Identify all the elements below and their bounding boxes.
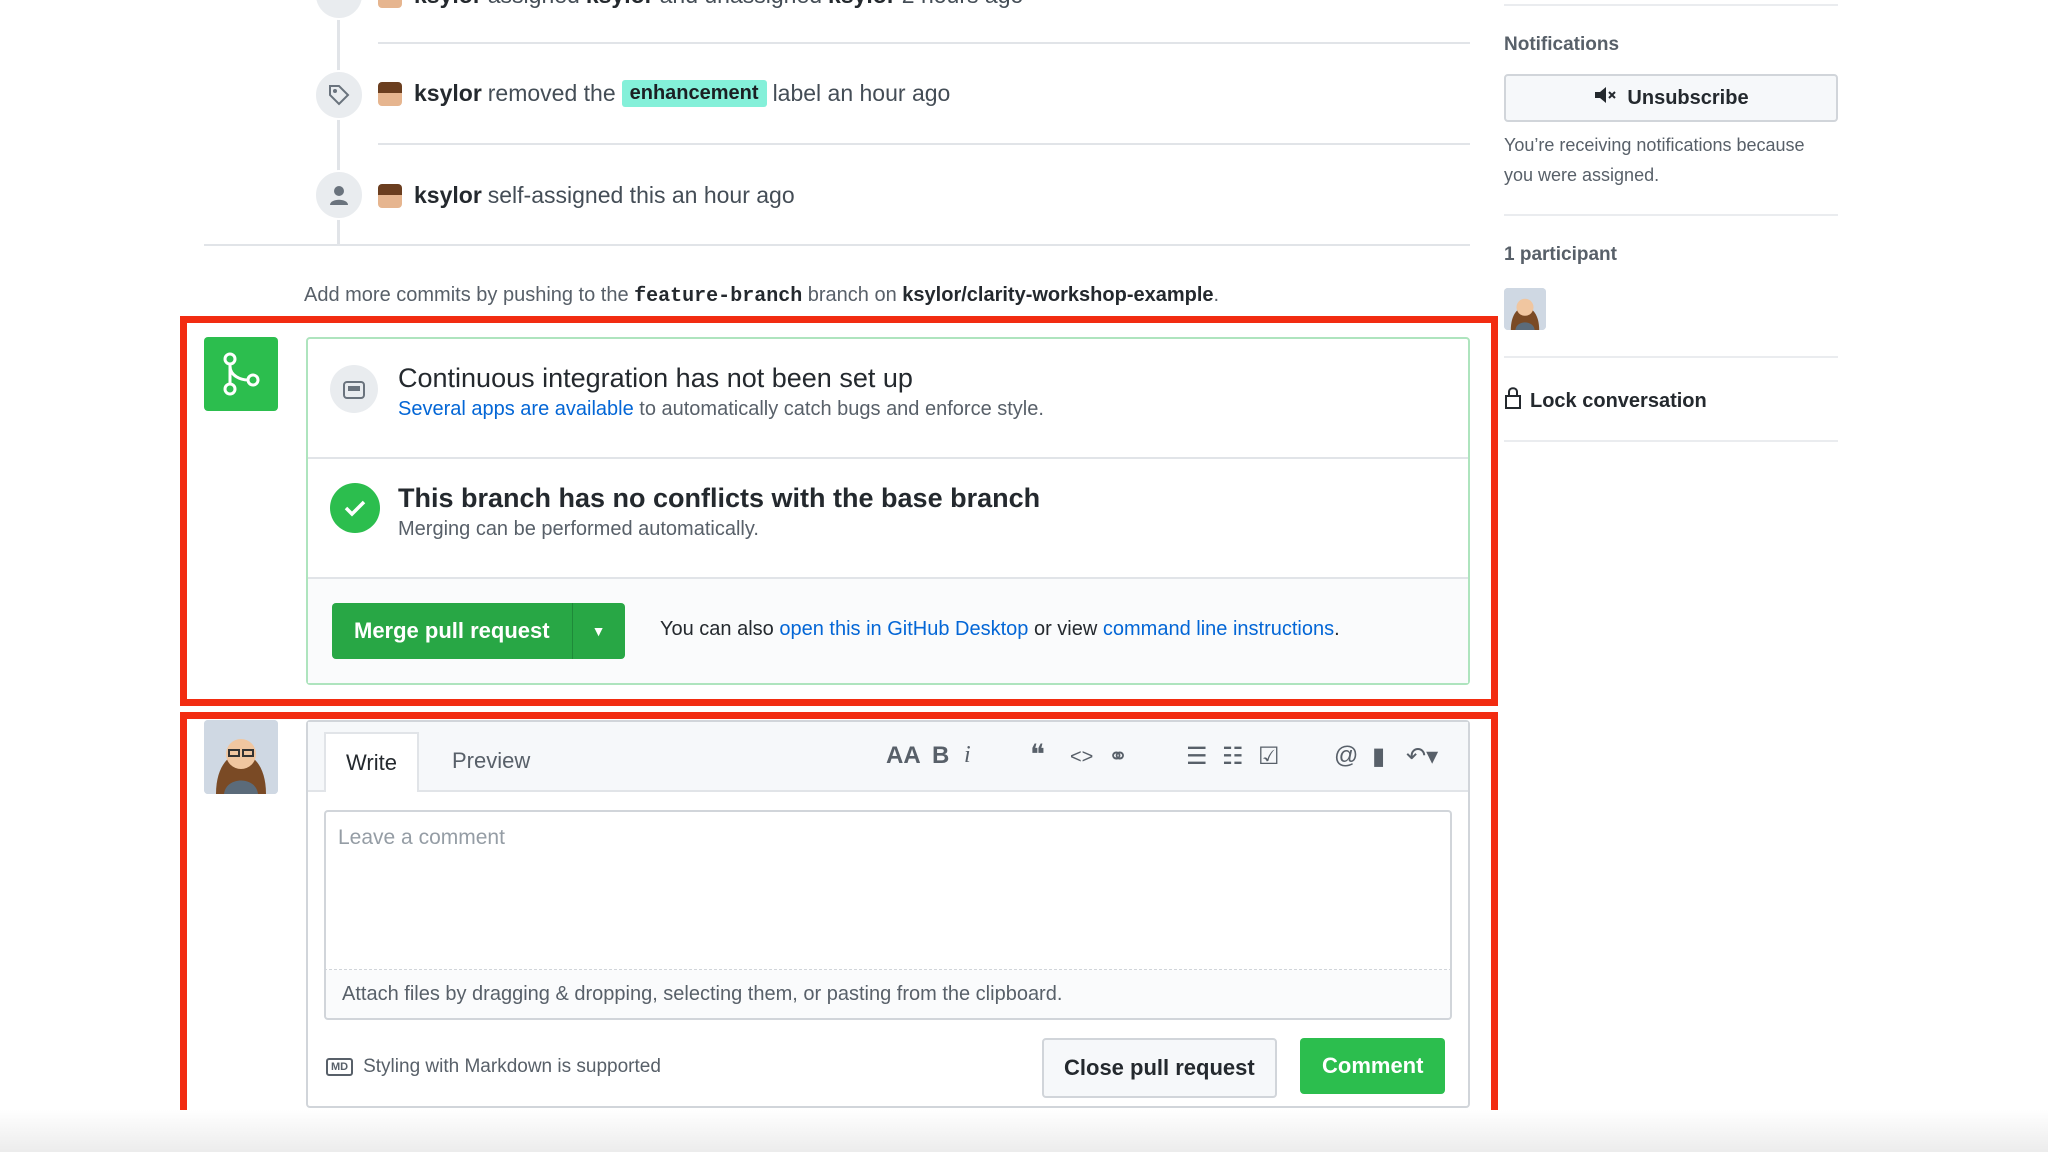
lock-icon xyxy=(1504,386,1522,416)
participants-title: 1 participant xyxy=(1504,244,1617,265)
event-suffix: label an hour ago xyxy=(772,80,951,106)
tag-icon xyxy=(314,70,364,120)
event-user[interactable]: ksylor xyxy=(414,80,482,107)
label-enhancement[interactable]: enhancement xyxy=(621,80,767,107)
event-verb: assigned xyxy=(488,0,580,9)
event-user[interactable]: ksylor xyxy=(414,0,482,9)
mute-icon xyxy=(1593,85,1617,111)
timeline-divider xyxy=(378,143,1470,145)
timeline-event-self-assigned: ksylor self-assigned this an hour ago xyxy=(378,182,795,209)
repo-name[interactable]: ksylor/clarity-workshop-example xyxy=(902,284,1213,306)
person-icon xyxy=(314,170,364,220)
highlight-comment-box xyxy=(180,712,1498,1124)
lock-conversation-link[interactable]: Lock conversation xyxy=(1504,386,1707,416)
notifications-reason: You’re receiving notifications because y… xyxy=(1504,135,1805,185)
timeline-assign-icon-top xyxy=(314,0,364,20)
sidebar-divider xyxy=(1504,356,1838,358)
avatar xyxy=(378,81,402,106)
event-text: self-assigned this an hour ago xyxy=(487,182,795,208)
timeline-end-divider xyxy=(204,244,1470,246)
event-verb: removed the xyxy=(487,80,616,106)
branch-name: feature-branch xyxy=(634,285,803,308)
commit-hint: Add more commits by pushing to the featu… xyxy=(304,284,1219,308)
timeline-event-assigned: ksylor assigned ksylor and unassigned ks… xyxy=(378,0,1023,9)
lock-label: Lock conversation xyxy=(1530,389,1707,412)
event-target[interactable]: ksylor xyxy=(586,0,654,9)
page-bottom-edge xyxy=(0,1110,2048,1152)
avatar xyxy=(378,183,402,208)
notifications-title: Notifications xyxy=(1504,34,1620,55)
event-target-2[interactable]: ksylor xyxy=(828,0,896,9)
participant-avatar[interactable] xyxy=(1504,288,1546,330)
unsubscribe-button[interactable]: Unsubscribe xyxy=(1504,74,1838,122)
commit-hint-middle: branch on xyxy=(807,284,897,306)
event-user[interactable]: ksylor xyxy=(414,182,482,209)
sidebar-divider xyxy=(1504,214,1838,216)
timeline-event-label: ksylor removed the enhancement label an … xyxy=(378,80,950,107)
sidebar-divider xyxy=(1504,4,1838,6)
event-time: 2 hours ago xyxy=(902,0,1023,9)
avatar xyxy=(378,0,402,8)
sidebar-divider xyxy=(1504,440,1838,442)
unsubscribe-label: Unsubscribe xyxy=(1627,86,1749,109)
highlight-merge-box xyxy=(180,316,1498,706)
timeline-divider xyxy=(378,42,1470,44)
event-connector: and unassigned xyxy=(660,0,822,9)
commit-hint-suffix: . xyxy=(1213,284,1220,306)
commit-hint-prefix: Add more commits by pushing to the xyxy=(304,284,629,306)
